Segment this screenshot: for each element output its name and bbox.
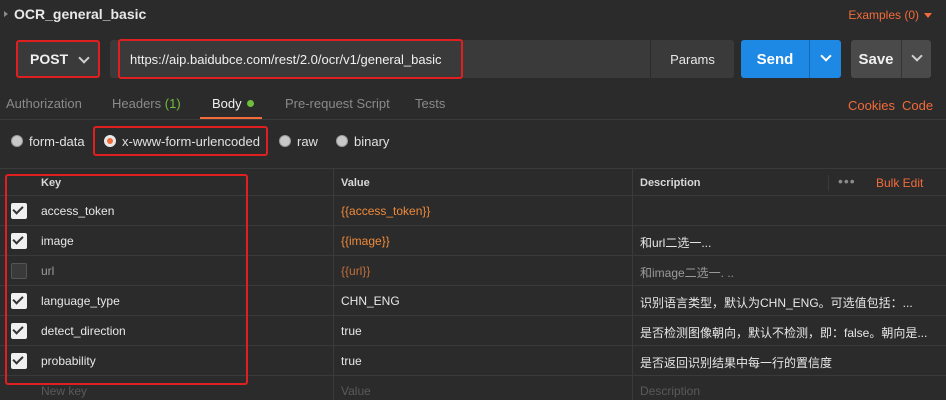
- param-description[interactable]: 是否返回识别结果中每一行的置信度: [640, 354, 932, 371]
- param-description[interactable]: 和image二选一. ..: [640, 264, 932, 281]
- chevron-down-icon: [911, 50, 923, 62]
- radio-raw[interactable]: raw: [279, 126, 318, 156]
- headers-count-badge: (1): [164, 96, 181, 111]
- header-divider: [828, 175, 829, 191]
- url-bar[interactable]: https://aip.baidubce.com/rest/2.0/ocr/v1…: [110, 39, 734, 79]
- radio-form-data[interactable]: form-data: [11, 126, 85, 156]
- request-tabs: Authorization Headers (1) Body Pre-reque…: [0, 90, 946, 120]
- save-button[interactable]: Save: [851, 40, 901, 78]
- more-options-icon[interactable]: •••: [838, 173, 856, 189]
- save-options-button[interactable]: [901, 40, 931, 78]
- tab-tests[interactable]: Tests: [415, 96, 445, 111]
- param-description[interactable]: 是否检测图像朝向，默认不检测，即：false。朝向是...: [640, 324, 932, 341]
- param-value[interactable]: {{access_token}}: [341, 204, 626, 218]
- send-button-group: Send: [741, 40, 841, 78]
- radio-label: binary: [354, 133, 390, 149]
- method-label: POST: [30, 51, 69, 67]
- examples-dropdown[interactable]: Examples (0): [848, 8, 932, 22]
- send-button[interactable]: Send: [741, 40, 809, 78]
- tab-headers-label: Headers: [112, 96, 162, 111]
- tab-authorization[interactable]: Authorization: [6, 96, 82, 111]
- collapse-caret-icon[interactable]: [4, 11, 8, 17]
- method-select[interactable]: POST: [16, 40, 100, 78]
- request-title-bar: OCR_general_basic Examples (0): [0, 0, 946, 30]
- tab-prerequest-script[interactable]: Pre-request Script: [285, 96, 390, 111]
- url-text: https://aip.baidubce.com/rest/2.0/ocr/v1…: [130, 51, 442, 67]
- tab-body-label: Body: [212, 96, 242, 111]
- column-header-description: Description: [640, 177, 701, 189]
- param-value[interactable]: {{url}}: [341, 264, 626, 278]
- tab-body[interactable]: Body: [212, 96, 254, 111]
- params-button[interactable]: Params: [650, 40, 734, 78]
- new-key-input[interactable]: New key: [41, 384, 321, 398]
- code-link[interactable]: Code: [902, 98, 933, 113]
- param-value[interactable]: CHN_ENG: [341, 294, 626, 308]
- radio-label: form-data: [29, 133, 85, 149]
- cookies-link[interactable]: Cookies: [848, 98, 895, 113]
- caret-down-icon: [924, 12, 932, 18]
- chevron-down-icon: [78, 52, 90, 64]
- radio-label: raw: [297, 133, 318, 149]
- request-name[interactable]: OCR_general_basic: [14, 6, 146, 22]
- param-value[interactable]: true: [341, 324, 626, 338]
- param-description[interactable]: 和url二选一...: [640, 234, 932, 251]
- save-button-group: Save: [851, 40, 931, 78]
- column-header-value: Value: [341, 177, 370, 189]
- chevron-down-icon: [820, 50, 832, 62]
- radio-button: [336, 135, 348, 147]
- keys-highlight-box: [5, 174, 248, 385]
- body-status-dot: [246, 100, 254, 107]
- param-description[interactable]: 识别语言类型，默认为CHN_ENG。可选值包括：...: [640, 294, 932, 311]
- radio-button: [11, 135, 23, 147]
- new-description-input[interactable]: Description: [640, 384, 932, 398]
- url-input[interactable]: https://aip.baidubce.com/rest/2.0/ocr/v1…: [118, 39, 463, 79]
- param-value[interactable]: {{image}}: [341, 234, 626, 248]
- radio-button: [279, 135, 291, 147]
- tab-headers[interactable]: Headers (1): [112, 96, 181, 111]
- urlencoded-highlight-box: [93, 126, 268, 156]
- bulk-edit-link[interactable]: Bulk Edit: [876, 176, 923, 190]
- send-options-button[interactable]: [809, 40, 841, 78]
- new-value-input[interactable]: Value: [341, 384, 626, 398]
- examples-label: Examples (0): [848, 8, 919, 22]
- radio-binary[interactable]: binary: [336, 126, 389, 156]
- tabs-divider: [0, 119, 946, 120]
- param-value[interactable]: true: [341, 354, 626, 368]
